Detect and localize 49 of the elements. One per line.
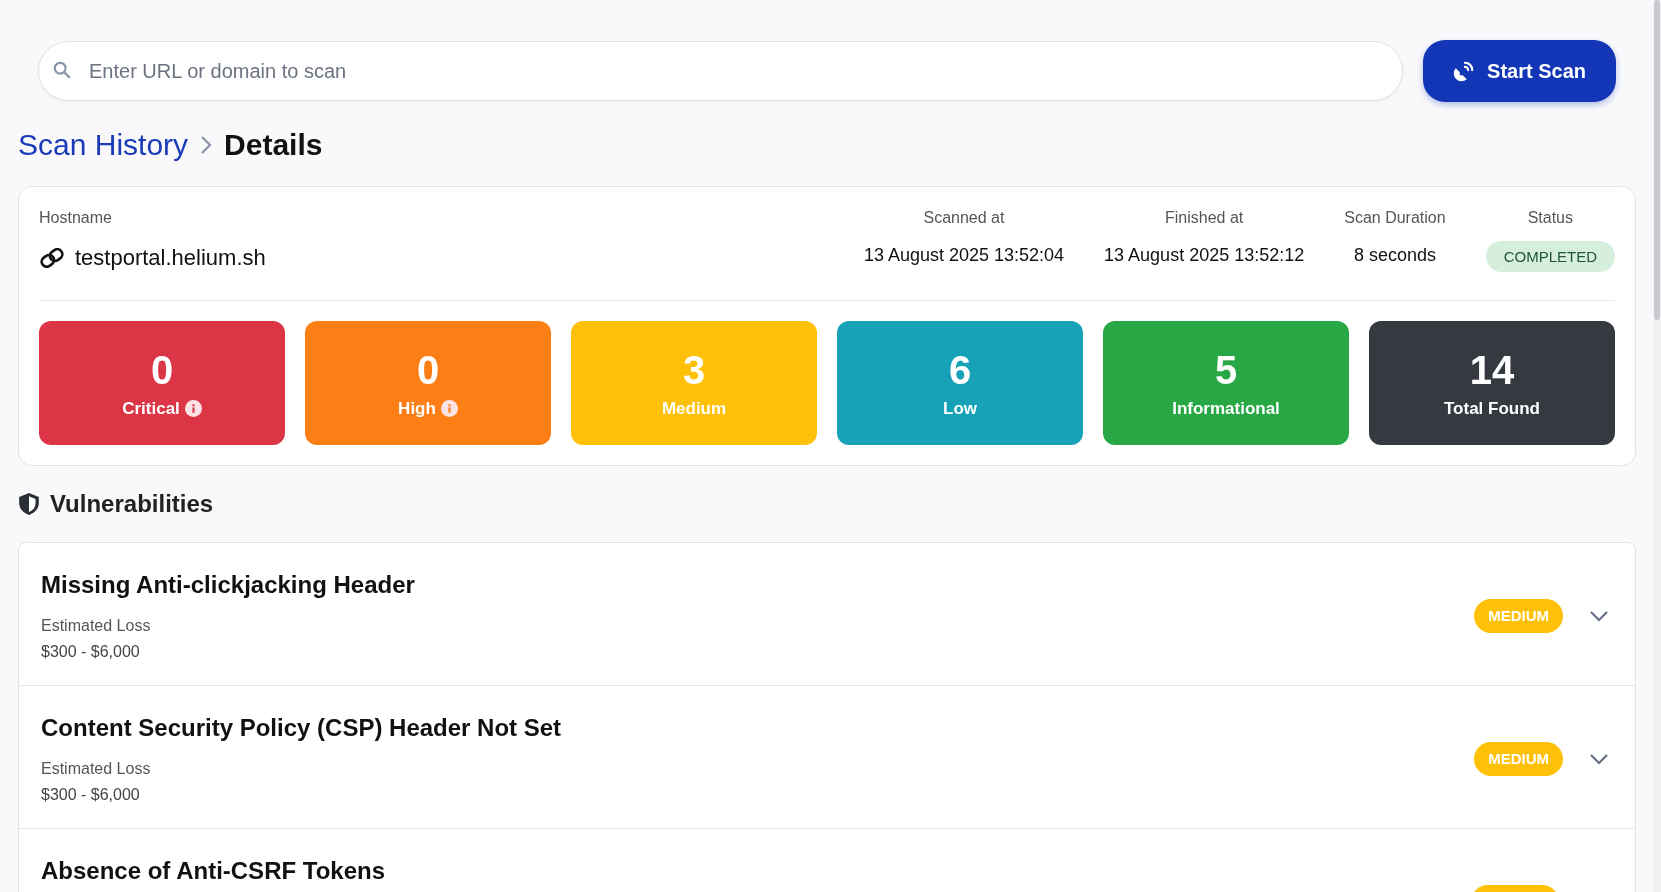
- loss-range: $300 - $6,000: [41, 786, 141, 804]
- vulnerability-title: Missing Anti-clickjacking Header: [41, 571, 416, 599]
- count-value: 14: [1469, 347, 1515, 393]
- breadcrumb-link[interactable]: Scan History: [18, 128, 189, 162]
- section-title: Vulnerabilities: [50, 490, 214, 518]
- field-label: Scan Duration: [1344, 209, 1446, 227]
- status-badge: COMPLETED: [1485, 241, 1615, 272]
- count-value: 0: [416, 347, 440, 393]
- search-field[interactable]: Enter URL or domain to scan: [38, 41, 1404, 101]
- link-icon: [39, 248, 65, 268]
- vulnerability-row[interactable]: Absence of Anti-CSRF Tokens: [19, 829, 1635, 892]
- vulnerability-row[interactable]: Missing Anti-clickjacking Header Estimated Loss $300 - $6,000 MEDIUM: [19, 543, 1635, 686]
- count-label: High: [398, 398, 436, 419]
- field-label: Status: [1527, 209, 1573, 227]
- count-value: 3: [682, 347, 706, 393]
- field-label: Finished at: [1165, 209, 1244, 227]
- hostname: testportal.helium.sh: [75, 245, 266, 271]
- chevron-down-icon[interactable]: [1589, 753, 1609, 765]
- chevron-right-icon: [200, 135, 213, 155]
- info-icon[interactable]: [184, 400, 202, 417]
- count-label: Low: [943, 398, 977, 419]
- field-label: Estimated Loss: [41, 760, 152, 778]
- breadcrumb-current: Details: [224, 128, 323, 162]
- count-label: Medium: [661, 398, 727, 419]
- satellite-dish-icon: [1453, 60, 1476, 82]
- field-label: Scanned at: [923, 209, 1005, 227]
- severity-badge: MEDIUM: [1474, 599, 1563, 633]
- info-icon[interactable]: [440, 400, 458, 417]
- vulnerability-title: Content Security Policy (CSP) Header Not Set: [41, 714, 563, 742]
- shield-icon: [18, 492, 40, 516]
- chevron-down-icon[interactable]: [1589, 610, 1609, 622]
- start-scan-button[interactable]: Start Scan: [1423, 40, 1616, 102]
- count-label: Informational: [1172, 398, 1280, 419]
- field-value: 13 August 2025 13:52:04: [863, 245, 1065, 266]
- count-value: 0: [150, 347, 174, 393]
- scrollbar[interactable]: [1653, 0, 1661, 892]
- vulnerability-row[interactable]: Content Security Policy (CSP) Header Not Set Estimated Loss $300 - $6,000 MEDIUM: [19, 686, 1635, 829]
- count-value: 6: [948, 347, 972, 393]
- field-label: Estimated Loss: [41, 617, 152, 635]
- search-icon: [53, 61, 71, 79]
- count-label: Critical: [122, 398, 180, 419]
- field-label: Hostname: [39, 209, 113, 227]
- loss-range: $300 - $6,000: [41, 643, 141, 661]
- field-value: 8 seconds: [1353, 245, 1436, 266]
- field-value: 13 August 2025 13:52:12: [1104, 245, 1305, 266]
- severity-badge: MEDIUM: [1474, 742, 1563, 776]
- vulnerability-title: Absence of Anti-CSRF Tokens: [41, 857, 387, 885]
- count-label: Total Found: [1444, 398, 1540, 419]
- count-value: 5: [1214, 347, 1238, 393]
